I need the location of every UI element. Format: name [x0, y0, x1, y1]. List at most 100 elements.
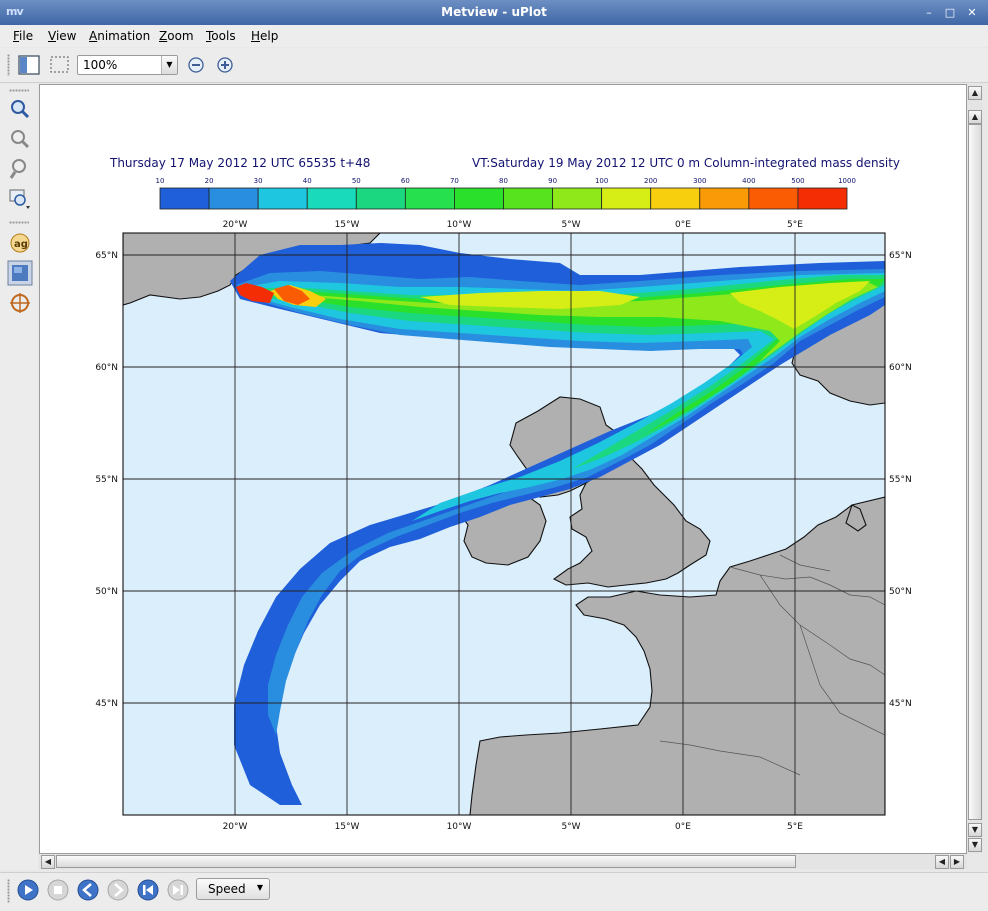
- colorbar-swatch: [601, 187, 652, 210]
- zoom-area-icon[interactable]: [7, 156, 33, 182]
- vertical-scrollbar[interactable]: ▲ ▲ ▼ ▼: [967, 84, 983, 854]
- zoom-out-icon[interactable]: [184, 53, 208, 77]
- window-title: Metview - uPlot: [441, 5, 547, 19]
- step-forward-icon[interactable]: [107, 879, 129, 901]
- sidebar-toggle-icon[interactable]: [17, 53, 41, 77]
- data-layer-icon[interactable]: [7, 260, 33, 286]
- cursor-data-icon[interactable]: [7, 290, 33, 316]
- magics-icon[interactable]: ag: [7, 230, 33, 256]
- zoom-level-select[interactable]: 100% ▼: [77, 55, 178, 75]
- lon-label-bottom: 5°W: [561, 822, 580, 832]
- lon-label-bottom: 0°E: [675, 822, 691, 832]
- menu-view[interactable]: View: [48, 29, 76, 43]
- scroll-up-button[interactable]: ▲: [968, 86, 982, 100]
- colorbar-level-label: 1000: [838, 177, 856, 185]
- colorbar-level-label: 300: [693, 177, 706, 185]
- toolbar-grip[interactable]: [7, 54, 10, 76]
- colorbar-swatch: [306, 187, 357, 210]
- left-toolbar-grip[interactable]: [9, 89, 29, 92]
- colorbar-level-label: 50: [352, 177, 361, 185]
- colorbar-swatch: [355, 187, 406, 210]
- colorbar-level-label: 60: [401, 177, 410, 185]
- colorbar-level-label: 10: [156, 177, 165, 185]
- colorbar-swatch: [503, 187, 553, 210]
- colorbar-swatch: [748, 187, 799, 210]
- colorbar-swatch: [208, 187, 259, 210]
- last-frame-icon[interactable]: [167, 879, 189, 901]
- left-toolbar-grip-2[interactable]: [9, 221, 29, 224]
- selection-icon[interactable]: [48, 53, 72, 77]
- map-plot[interactable]: Thursday 17 May 2012 12 UTC 65535 t+48 V…: [40, 85, 967, 854]
- zoom-stack-icon[interactable]: [7, 186, 33, 212]
- first-frame-icon[interactable]: [137, 879, 159, 901]
- lon-label-bottom: 20°W: [223, 822, 248, 832]
- colorbar-swatch: [159, 187, 210, 210]
- menu-tools[interactable]: Tools: [206, 29, 236, 43]
- maximize-button[interactable]: □: [943, 6, 957, 19]
- menu-zoom[interactable]: Zoom: [159, 29, 194, 43]
- vertical-scroll-thumb[interactable]: [968, 124, 982, 820]
- lon-label-top: 15°W: [335, 220, 360, 230]
- colorbar-level-label: 200: [644, 177, 657, 185]
- colorbar-level-label: 90: [548, 177, 557, 185]
- scroll-left-button-2[interactable]: ◀: [935, 855, 949, 869]
- horizontal-scroll-thumb[interactable]: [56, 855, 796, 868]
- colorbar-level-label: 40: [303, 177, 312, 185]
- colorbar-swatch: [552, 187, 603, 210]
- menu-bar: File View Animation Zoom Tools Help: [0, 25, 988, 47]
- lat-label-right: 50°N: [889, 587, 912, 597]
- colorbar-level-label: 70: [450, 177, 459, 185]
- scroll-up-button-2[interactable]: ▲: [968, 110, 982, 124]
- lon-label-bottom: 15°W: [335, 822, 360, 832]
- animation-bar: Speed ▼: [0, 872, 988, 911]
- colorbar-level-label: 80: [499, 177, 508, 185]
- plot-title-left: Thursday 17 May 2012 12 UTC 65535 t+48: [109, 156, 370, 170]
- close-button[interactable]: ✕: [965, 6, 979, 19]
- horizontal-scrollbar[interactable]: ◀ ◀ ▶: [39, 854, 967, 869]
- step-back-icon[interactable]: [77, 879, 99, 901]
- scroll-down-button-2[interactable]: ▼: [968, 838, 982, 852]
- plot-title-right: VT:Saturday 19 May 2012 12 UTC 0 m Colum…: [472, 156, 900, 170]
- svg-text:ag: ag: [14, 239, 28, 250]
- lon-label-bottom: 10°W: [447, 822, 472, 832]
- longitude-labels-top: 20°W 15°W 10°W 5°W 0°E 5°E: [223, 220, 804, 230]
- menu-animation[interactable]: Animation: [89, 29, 150, 43]
- lat-label-right: 65°N: [889, 251, 912, 261]
- colorbar-level-label: 400: [742, 177, 755, 185]
- colorbar-labels: 10 20 30 40 50 60 70 80 90 100 200 300 400 500 1000: [156, 177, 856, 185]
- colorbar-swatch: [404, 187, 455, 210]
- scroll-right-button[interactable]: ▶: [950, 855, 964, 869]
- menu-help[interactable]: Help: [251, 29, 278, 43]
- lat-label-left: 65°N: [95, 251, 118, 261]
- colorbar-swatch: [650, 187, 701, 210]
- zoom-level-value: 100%: [83, 58, 118, 72]
- play-icon[interactable]: [17, 879, 39, 901]
- colorbar-swatch: [699, 187, 750, 210]
- latitude-labels-right: 65°N 60°N 55°N 50°N 45°N: [889, 251, 912, 709]
- scroll-down-button[interactable]: ▼: [968, 823, 982, 837]
- zoom-tool-icon[interactable]: [7, 126, 33, 152]
- lon-label-top: 5°E: [787, 220, 803, 230]
- chevron-down-icon[interactable]: ▼: [161, 56, 177, 74]
- main-toolbar: 100% ▼: [0, 48, 988, 83]
- lat-label-left: 55°N: [95, 475, 118, 485]
- animation-bar-grip[interactable]: [7, 879, 10, 903]
- colorbar-level-label: 30: [254, 177, 263, 185]
- lon-label-bottom: 5°E: [787, 822, 803, 832]
- minimize-button[interactable]: –: [922, 6, 936, 19]
- colorbar: [159, 187, 848, 210]
- magnifier-icon[interactable]: [7, 96, 33, 122]
- latitude-labels-left: 65°N 60°N 55°N 50°N 45°N: [95, 251, 118, 709]
- lat-label-left: 50°N: [95, 587, 118, 597]
- colorbar-swatch: [454, 187, 504, 210]
- zoom-in-icon[interactable]: [213, 53, 237, 77]
- colorbar-level-label: 20: [205, 177, 214, 185]
- longitude-labels-bottom: 20°W 15°W 10°W 5°W 0°E 5°E: [223, 822, 804, 832]
- colorbar-level-label: 100: [595, 177, 608, 185]
- plot-canvas[interactable]: Thursday 17 May 2012 12 UTC 65535 t+48 V…: [39, 84, 967, 854]
- speed-dropdown[interactable]: Speed ▼: [196, 878, 270, 900]
- stop-icon[interactable]: [47, 879, 69, 901]
- menu-file[interactable]: File: [13, 29, 33, 43]
- lat-label-right: 45°N: [889, 699, 912, 709]
- scroll-left-button[interactable]: ◀: [41, 855, 55, 869]
